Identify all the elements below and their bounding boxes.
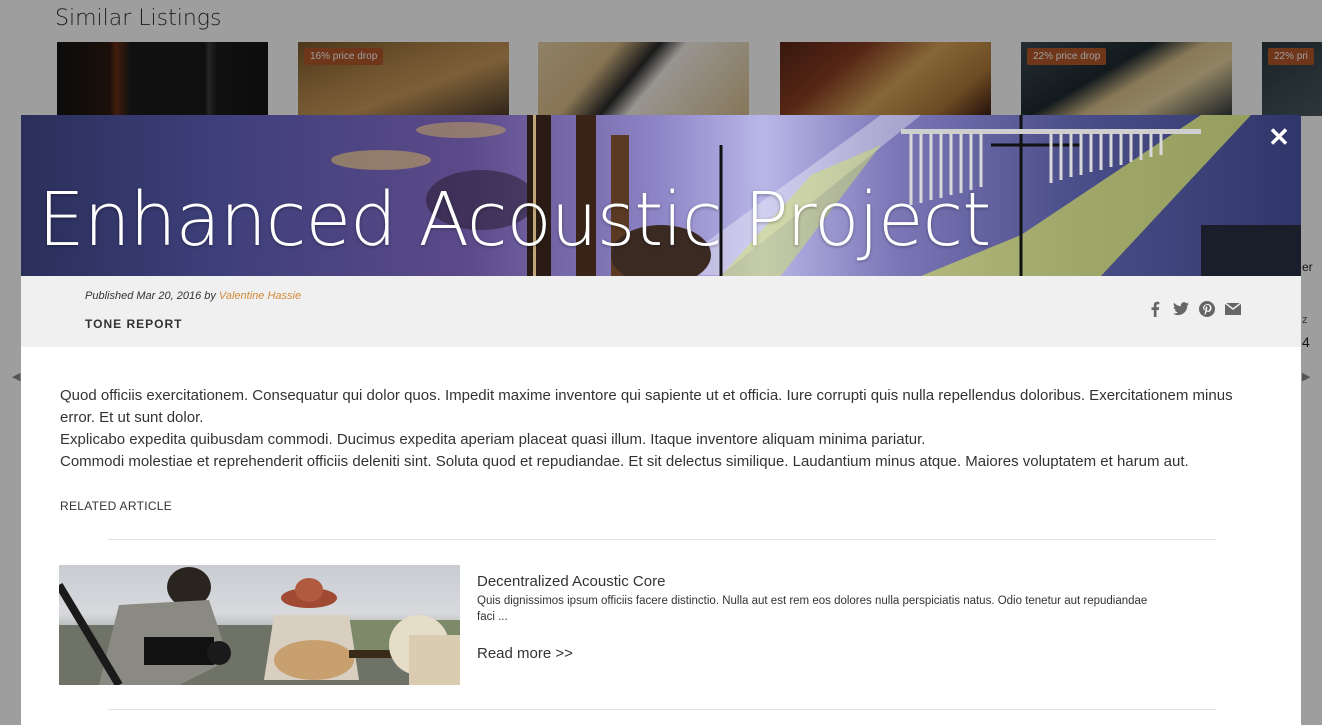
related-article-image[interactable] — [59, 565, 460, 685]
related-article-content: Decentralized Acoustic Core Quis digniss… — [477, 573, 1177, 625]
related-article-photo — [59, 567, 460, 685]
carousel-next-icon[interactable]: ▶ — [1302, 370, 1312, 384]
published-date: Published Mar 20, 2016 by — [85, 290, 219, 302]
pinterest-icon[interactable] — [1198, 300, 1216, 318]
published-info: Published Mar 20, 2016 by Valentine Hass… — [85, 290, 301, 302]
divider — [108, 539, 1216, 540]
hero-banner: Enhanced Acoustic Project ✕ — [21, 115, 1301, 276]
related-article-excerpt: Quis dignissimos ipsum officiis facere d… — [477, 595, 1148, 623]
article-modal: Enhanced Acoustic Project ✕ Published Ma… — [21, 115, 1301, 725]
facebook-icon[interactable] — [1146, 300, 1164, 318]
related-article-label: RELATED ARTICLE — [60, 499, 173, 513]
divider — [108, 709, 1216, 710]
twitter-icon[interactable] — [1172, 300, 1190, 318]
article-paragraph: Quod officiis exercitationem. Consequatu… — [60, 387, 1233, 426]
close-button[interactable]: ✕ — [1267, 124, 1291, 150]
share-buttons — [1146, 300, 1242, 318]
article-meta-bar: Published Mar 20, 2016 by Valentine Hass… — [21, 276, 1301, 347]
read-more-link[interactable]: Read more >> — [477, 645, 573, 662]
related-article-title[interactable]: Decentralized Acoustic Core — [477, 573, 1177, 590]
article-title: Enhanced Acoustic Project — [38, 177, 991, 263]
article-paragraph: Explicabo expedita quibusdam commodi. Du… — [60, 431, 926, 448]
author-link[interactable]: Valentine Hassie — [219, 290, 301, 302]
email-icon[interactable] — [1224, 300, 1242, 318]
article-category[interactable]: TONE REPORT — [85, 317, 182, 331]
article-body: Quod officiis exercitationem. Consequatu… — [60, 385, 1270, 473]
article-paragraph: Commodi molestiae et reprehenderit offic… — [60, 453, 1189, 470]
